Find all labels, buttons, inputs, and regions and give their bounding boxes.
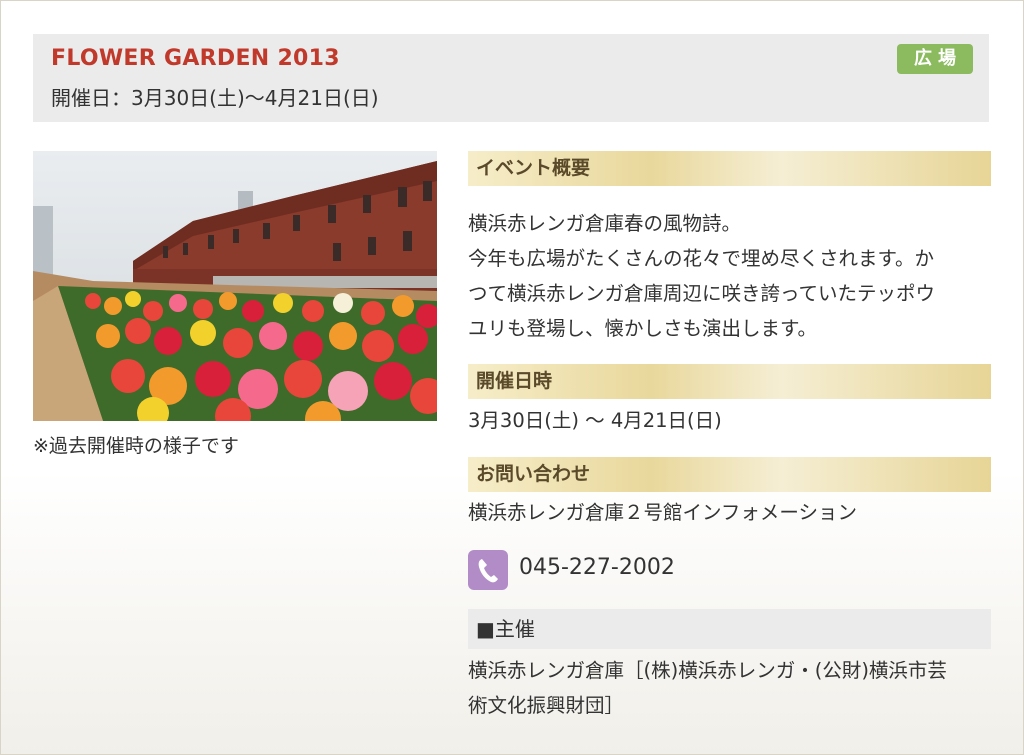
overview-line: ユリも登場し、懐かしさも演出します。 <box>468 317 818 340</box>
overview-text: 横浜赤レンガ倉庫春の風物詩。 今年も広場がたくさんの花々で埋め尽くされます。か … <box>468 206 935 346</box>
event-dates: 開催日：3月30日(土)〜4月21日(日) <box>51 86 379 110</box>
photo-caption: ※過去開催時の様子です <box>33 435 239 457</box>
schedule-heading: 開催日時 <box>468 364 991 399</box>
organizer-text: 横浜赤レンガ倉庫［(株)横浜赤レンガ・(公財)横浜市芸 術文化振興財団］ <box>468 653 947 723</box>
phone-icon <box>468 550 508 590</box>
organizer-heading: ■主催 <box>468 609 991 649</box>
venue-badge: 広場 <box>897 44 973 74</box>
organizer-line: 術文化振興財団］ <box>468 694 625 717</box>
phone-number[interactable]: 045-227-2002 <box>519 555 675 580</box>
overview-line: つて横浜赤レンガ倉庫周辺に咲き誇っていたテッポウ <box>468 282 936 305</box>
event-card: FLOWER GARDEN 2013 開催日：3月30日(土)〜4月21日(日)… <box>0 0 1024 755</box>
contact-heading: お問い合わせ <box>468 457 991 492</box>
event-title: FLOWER GARDEN 2013 <box>51 46 340 71</box>
event-photo <box>33 151 437 421</box>
schedule-value: 3月30日(土) 〜 4月21日(日) <box>468 409 722 432</box>
overview-line: 横浜赤レンガ倉庫春の風物詩。 <box>468 212 742 235</box>
overview-heading: イベント概要 <box>468 151 991 186</box>
contact-name: 横浜赤レンガ倉庫２号館インフォメーション <box>468 501 858 524</box>
flower-garden-photo <box>33 151 437 421</box>
overview-line: 今年も広場がたくさんの花々で埋め尽くされます。か <box>468 247 935 270</box>
organizer-line: 横浜赤レンガ倉庫［(株)横浜赤レンガ・(公財)横浜市芸 <box>468 659 947 682</box>
event-header: FLOWER GARDEN 2013 開催日：3月30日(土)〜4月21日(日)… <box>33 34 989 122</box>
